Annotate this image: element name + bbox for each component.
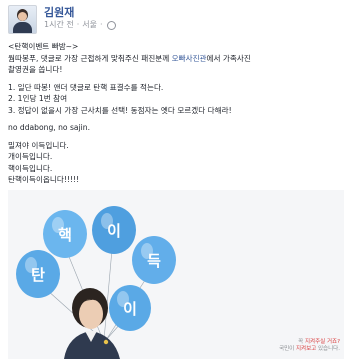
page-link[interactable]: 오빠사진관 bbox=[172, 54, 207, 63]
balloon-char: 탄 bbox=[31, 266, 45, 284]
balloon-illustration: 탄 핵 이 득 이 bbox=[16, 206, 176, 359]
balloon: 탄 bbox=[16, 250, 60, 298]
balloon-char: 이 bbox=[107, 222, 121, 240]
closing-line: 탄핵이득이옵니다!!!!! bbox=[8, 175, 80, 184]
balloon-char: 득 bbox=[147, 252, 161, 270]
closing-line: 밀져야 이득입니다. bbox=[8, 140, 69, 150]
globe-icon[interactable] bbox=[106, 20, 116, 30]
separator: · bbox=[100, 20, 103, 29]
post-location[interactable]: 서울 bbox=[82, 19, 97, 31]
caption-line-2: 국민이 지켜보고 있습니다. bbox=[279, 346, 340, 352]
rule-item: 3. 정답이 없을시 가장 근사치를 선택! 동점자는 옛다 모르겠다 다해라! bbox=[8, 105, 232, 115]
post-subline: 1시간 전 · 서울 · bbox=[44, 19, 116, 31]
closing-line: 개이득입니다. bbox=[8, 152, 53, 161]
balloon: 득 bbox=[132, 236, 176, 284]
no-line: no ddabong, no sajin. bbox=[8, 123, 91, 132]
post-body: <탄핵이벤트 빠밤~> 웜따봉푸, 댓글로 가장 근접하게 맞춰주신 패진분께 … bbox=[8, 41, 344, 186]
balloon-char: 핵 bbox=[58, 226, 72, 244]
balloon: 이 bbox=[109, 285, 151, 331]
balloon-char: 이 bbox=[123, 300, 137, 318]
rule-item: 2. 1인당 1번 참여 bbox=[8, 94, 68, 103]
avatar[interactable] bbox=[8, 5, 37, 34]
author-name[interactable]: 김원재 bbox=[44, 6, 116, 19]
caption-line-1: 꼭 지켜주실 거죠? bbox=[298, 339, 340, 345]
balloon: 핵 bbox=[43, 210, 87, 258]
post-time[interactable]: 1시간 전 bbox=[44, 19, 74, 31]
intro-line-2: 촬영권을 쏩니다! bbox=[8, 65, 63, 74]
post-meta: 김원재 1시간 전 · 서울 · bbox=[44, 5, 116, 35]
event-title: <탄핵이벤트 빠밤~> bbox=[8, 42, 79, 51]
post-header: 김원재 1시간 전 · 서울 · bbox=[8, 5, 116, 35]
balloon: 이 bbox=[92, 206, 136, 254]
separator: · bbox=[76, 20, 80, 29]
post-image[interactable]: 탄 핵 이 득 이 꼭 지켜주실 거죠? 국민이 지켜보고 있습니다. bbox=[8, 190, 344, 359]
campaign-caption: 꼭 지켜주실 거죠? 국민이 지켜보고 있습니다. bbox=[279, 339, 340, 353]
rule-item: 1. 일단 따봉! 앤더 댓글로 탄핵 표결수를 적는다. bbox=[8, 82, 164, 92]
intro-line-1: 웜따봉푸, 댓글로 가장 근접하게 맞춰주신 패진분께 오빠사진관에서 가족사진 bbox=[8, 53, 251, 63]
facebook-post: 김원재 1시간 전 · 서울 · <탄핵이벤트 빠밤~> 웜따봉푸, 댓글로 가… bbox=[0, 0, 350, 359]
closing-line: 핵이득입니다. bbox=[8, 163, 53, 173]
